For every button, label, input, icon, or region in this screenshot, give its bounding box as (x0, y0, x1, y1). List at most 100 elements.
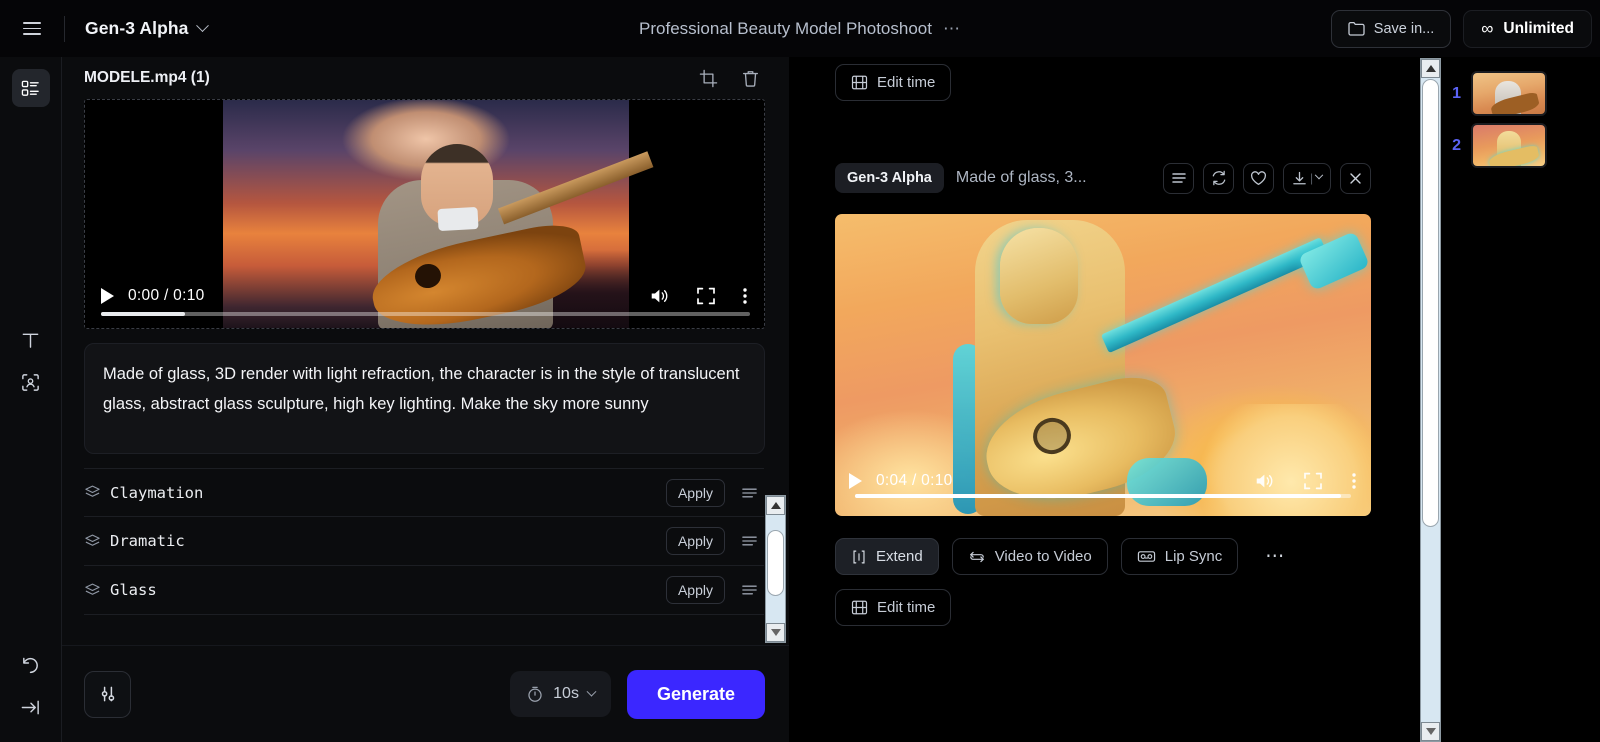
source-video-controls: 0:00 / 0:10 (85, 264, 764, 328)
top-bar-actions: Save in... ∞ Unlimited (1330, 9, 1592, 48)
fullscreen-icon[interactable] (696, 286, 716, 306)
folder-icon (1348, 21, 1365, 36)
list-lines-icon[interactable] (741, 486, 758, 500)
generated-video-player[interactable]: 0:04 / 0:10 (835, 214, 1371, 516)
thumbnail-image-2[interactable] (1471, 123, 1547, 168)
thumbnail-image-1[interactable] (1471, 71, 1547, 116)
style-row[interactable]: Claymation Apply (84, 468, 764, 517)
page-title: Professional Beauty Model Photoshoot (639, 18, 932, 38)
generation-prompt-label[interactable]: Made of glass, 3... (956, 169, 1087, 187)
play-icon[interactable] (101, 288, 114, 304)
chevron-down-icon (195, 19, 209, 33)
lip-sync-button[interactable]: Lip Sync (1120, 538, 1239, 575)
sidebar-item-assets[interactable] (11, 69, 50, 107)
play-icon[interactable] (849, 473, 862, 489)
scroll-up-arrow[interactable] (1421, 59, 1440, 78)
style-row[interactable]: Dramatic Apply (84, 517, 764, 566)
asset-filename: MODELE.mp4 (1) (84, 69, 210, 86)
volume-icon[interactable] (1253, 471, 1275, 491)
trash-icon[interactable] (735, 63, 765, 93)
page-scrollbar[interactable] (1420, 58, 1441, 742)
style-name: Glass (110, 581, 157, 599)
source-video-progress[interactable] (101, 312, 750, 316)
generation-card: Gen-3 Alpha Made of glass, 3... | 0:04 /… (835, 160, 1371, 626)
edit-time-top-group: Edit time (835, 64, 952, 101)
save-in-button[interactable]: Save in... (1330, 9, 1452, 48)
favorite-heart-icon[interactable] (1243, 162, 1274, 194)
video-to-video-icon (969, 551, 984, 562)
generation-action-row-2: Edit time (835, 589, 1371, 626)
text-T-icon (22, 333, 39, 348)
styles-scrollbar[interactable] (765, 495, 786, 643)
video-to-video-button[interactable]: Video to Video (951, 538, 1108, 575)
apply-button[interactable]: Apply (665, 576, 725, 604)
styles-list: Claymation Apply Dramatic Apply Glass Apply (84, 468, 764, 615)
sliders-icon (101, 686, 114, 702)
top-bar: Gen-3 Alpha Professional Beauty Model Ph… (0, 0, 1600, 57)
face-scan-icon (22, 373, 39, 391)
fullscreen-icon[interactable] (1303, 471, 1323, 491)
styles-section: Claymation Apply Dramatic Apply Glass Apply (62, 468, 789, 645)
download-icon[interactable]: | (1283, 162, 1331, 194)
list-lines-icon[interactable] (741, 583, 758, 597)
style-row[interactable]: Glass Apply (84, 566, 764, 615)
chevron-down-icon (1314, 170, 1324, 180)
scroll-thumb[interactable] (1422, 79, 1439, 527)
crop-icon[interactable] (693, 63, 723, 93)
project-more-icon[interactable]: ⋯ (943, 19, 961, 39)
prompt-textarea[interactable]: Made of glass, 3D render with light refr… (84, 343, 765, 454)
film-strip-icon (851, 600, 868, 615)
kebab-menu-icon[interactable] (742, 286, 748, 306)
source-video-player[interactable]: 0:00 / 0:10 (84, 99, 765, 329)
close-icon[interactable] (1340, 162, 1371, 194)
list-lines-icon[interactable] (741, 534, 758, 548)
style-name: Claymation (110, 483, 204, 502)
sidebar-item-collapse[interactable] (12, 688, 50, 726)
scroll-thumb[interactable] (767, 530, 784, 596)
list-grid-icon (21, 80, 39, 96)
prompt-text: Made of glass, 3D render with light refr… (103, 365, 740, 413)
source-video-time: 0:00 / 0:10 (128, 287, 205, 304)
film-strip-icon (851, 75, 868, 90)
list-item[interactable]: 2 (1441, 123, 1600, 168)
edit-time-button[interactable]: Edit time (835, 589, 952, 626)
edit-time-label: Edit time (877, 599, 936, 616)
layers-icon (84, 533, 110, 550)
generation-toolbar: 10s Generate (62, 645, 789, 742)
sidebar-item-text[interactable] (12, 321, 50, 359)
extend-button[interactable]: Extend (835, 538, 939, 575)
sidebar-item-face-detect[interactable] (12, 363, 50, 401)
kebab-menu-icon[interactable] (1351, 471, 1357, 491)
settings-button[interactable] (84, 670, 131, 718)
list-item[interactable]: 1 (1441, 71, 1600, 116)
details-list-icon[interactable] (1163, 162, 1194, 194)
undo-rotate-icon (23, 657, 38, 673)
apply-button[interactable]: Apply (665, 527, 725, 555)
generated-video-controls: 0:04 / 0:10 (835, 446, 1371, 516)
plan-button[interactable]: ∞ Unlimited (1463, 9, 1592, 48)
scroll-down-arrow[interactable] (1421, 722, 1440, 741)
generated-video-progress[interactable] (855, 494, 1351, 498)
generate-button[interactable]: Generate (626, 669, 765, 719)
regenerate-icon[interactable] (1203, 162, 1234, 194)
generation-model-badge: Gen-3 Alpha (835, 163, 944, 193)
edit-time-button-top[interactable]: Edit time (835, 64, 952, 101)
more-actions-icon[interactable]: ⋯ (1265, 545, 1286, 568)
duration-selector[interactable]: 10s (510, 671, 611, 717)
apply-button[interactable]: Apply (665, 478, 725, 507)
generation-header: Gen-3 Alpha Made of glass, 3... | (835, 160, 1371, 196)
model-selector[interactable]: Gen-3 Alpha (85, 18, 209, 39)
sidebar-item-history[interactable] (12, 646, 50, 684)
lip-sync-label: Lip Sync (1164, 548, 1223, 565)
left-panel: MODELE.mp4 (1) 0:00 / 0:10 Made of glass… (62, 57, 789, 742)
extend-label: Extend (876, 548, 923, 565)
left-icon-rail (0, 57, 62, 742)
hamburger-icon[interactable] (17, 14, 47, 44)
thumbnail-number: 1 (1452, 84, 1461, 102)
volume-icon[interactable] (648, 286, 670, 306)
timer-icon (528, 686, 542, 702)
model-name-label: Gen-3 Alpha (85, 18, 189, 38)
center-panel: Edit time Gen-3 Alpha Made of glass, 3..… (789, 57, 1418, 742)
scroll-down-arrow[interactable] (766, 623, 785, 642)
scroll-up-arrow[interactable] (766, 496, 785, 515)
